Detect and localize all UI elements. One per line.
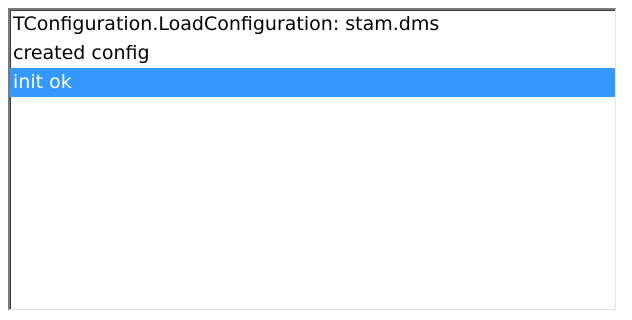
list-item[interactable]: created config: [10, 39, 615, 68]
list-item-selected[interactable]: init ok: [10, 68, 615, 97]
log-listbox[interactable]: TConfiguration.LoadConfiguration: stam.d…: [8, 8, 616, 310]
list-item[interactable]: TConfiguration.LoadConfiguration: stam.d…: [10, 10, 615, 39]
